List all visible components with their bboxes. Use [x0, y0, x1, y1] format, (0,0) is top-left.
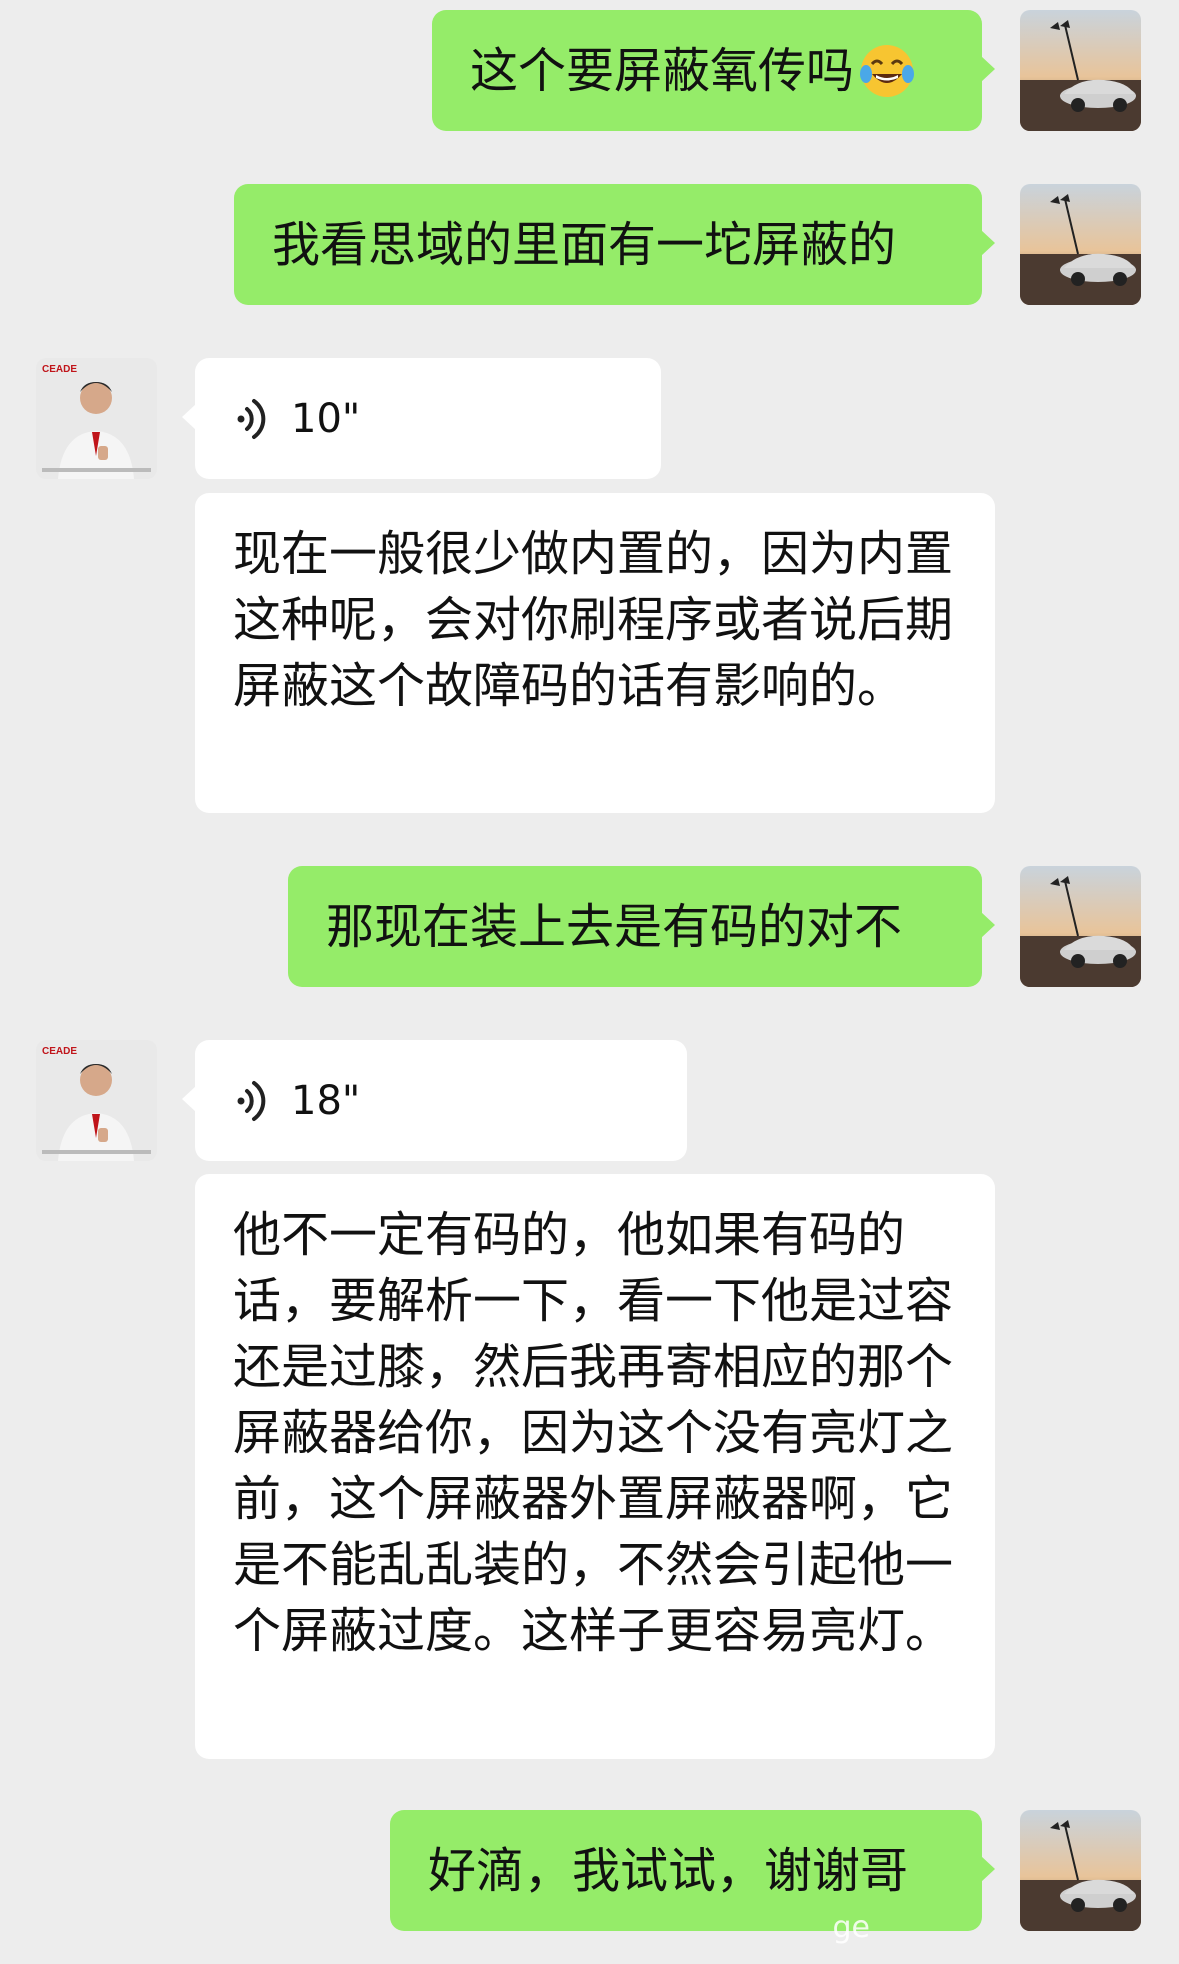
voice-wave-icon — [237, 1080, 266, 1121]
car-photo-avatar — [1020, 1810, 1141, 1931]
my-avatar[interactable] — [1020, 1810, 1141, 1931]
my-avatar[interactable] — [1020, 866, 1141, 987]
brand-logo: CEADE — [42, 364, 77, 375]
my-avatar[interactable] — [1020, 10, 1141, 131]
message-bubble-received[interactable]: 现在一般很少做内置的，因为内置这种呢，会对你刷程序或者说后期屏蔽这个故障码的话有… — [195, 493, 995, 813]
tears-of-joy-emoji-icon — [860, 44, 915, 97]
car-photo-avatar — [1020, 866, 1141, 987]
person-photo-avatar: CEADE — [36, 1040, 157, 1161]
car-photo-avatar — [1020, 10, 1141, 131]
message-text: 好滴，我试试，谢谢哥 — [428, 1842, 909, 1899]
message-bubble-sent[interactable]: 这个要屏蔽氧传吗 — [432, 10, 995, 131]
message-text: 现在一般很少做内置的，因为内置这种呢，会对你刷程序或者说后期屏蔽这个故障码的话有… — [233, 526, 954, 714]
message-text: 我看思域的里面有一坨屏蔽的 — [272, 216, 897, 273]
voice-duration: 10" — [291, 395, 361, 442]
my-avatar[interactable] — [1020, 184, 1141, 305]
message-text: 他不一定有码的，他如果有码的话，要解析一下，看一下他是过容还是过膝，然后我再寄相… — [233, 1207, 954, 1659]
message-bubble-received[interactable]: 他不一定有码的，他如果有码的话，要解析一下，看一下他是过容还是过膝，然后我再寄相… — [195, 1174, 995, 1759]
voice-duration: 18" — [291, 1077, 361, 1124]
car-photo-avatar — [1020, 184, 1141, 305]
person-photo-avatar: CEADE — [36, 358, 157, 479]
message-text: 这个要屏蔽氧传吗 — [470, 42, 855, 99]
watermark: ge — [832, 1910, 871, 1945]
voice-message-bubble[interactable]: 10" — [182, 358, 661, 479]
voice-wave-icon — [237, 398, 266, 439]
message-text: 那现在装上去是有码的对不 — [326, 898, 903, 955]
brand-logo: CEADE — [42, 1046, 77, 1057]
message-bubble-sent[interactable]: 我看思域的里面有一坨屏蔽的 — [234, 184, 995, 305]
contact-avatar[interactable]: CEADE — [36, 358, 157, 479]
voice-message-bubble[interactable]: 18" — [182, 1040, 687, 1161]
message-bubble-sent[interactable]: 那现在装上去是有码的对不 — [288, 866, 995, 987]
contact-avatar[interactable]: CEADE — [36, 1040, 157, 1161]
